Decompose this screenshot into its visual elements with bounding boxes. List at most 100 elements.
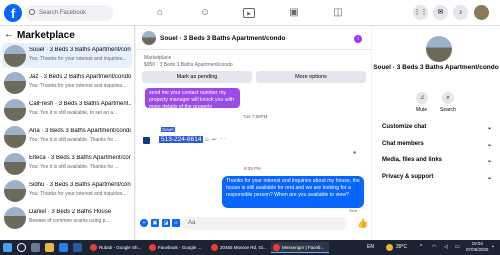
conversation-preview: You: Thanks for your interest and inquir… bbox=[29, 83, 127, 89]
conversation-preview: You: Thanks for your interest and inquir… bbox=[29, 191, 127, 197]
sticker-icon[interactable]: ◪ bbox=[162, 219, 170, 227]
profile-avatar[interactable] bbox=[474, 5, 489, 20]
search-icon[interactable]: ⌕ bbox=[442, 92, 454, 104]
chevron-down-icon: ⌄ bbox=[486, 125, 492, 131]
listing-price[interactable]: $950 · 3 Beds 3 Baths Apartment/condo bbox=[144, 62, 233, 68]
listing-thumbnail bbox=[4, 45, 26, 67]
taskbar-app-facebook[interactable]: Facebook - Google ... bbox=[147, 242, 205, 253]
weather-sun-icon bbox=[386, 244, 393, 251]
video-icon[interactable]: ▶ bbox=[243, 8, 255, 18]
sender-name: Souel bbox=[161, 127, 175, 132]
plus-icon[interactable]: + bbox=[140, 219, 148, 227]
received-message-phone[interactable]: 513-224-8614 bbox=[159, 136, 204, 143]
chat-title[interactable]: Souel · 3 Beds 3 Baths Apartment/condo bbox=[160, 35, 285, 42]
top-navigation-bar: f Search Facebook ⌂ ☺ ▶ ▣ ◫ ⋮⋮ ✉ ♪ bbox=[0, 0, 500, 26]
react-icon[interactable]: ☺ bbox=[204, 137, 210, 143]
sender-avatar bbox=[143, 137, 150, 144]
system-clock[interactable]: 19:04 07/05/2025 bbox=[466, 241, 489, 253]
search-placeholder: Search Facebook bbox=[39, 10, 87, 16]
chat-avatar[interactable] bbox=[142, 31, 156, 45]
search-icon[interactable] bbox=[17, 243, 26, 252]
marketplace-conversation-list: ← Marketplace Souel · 3 Beds 3 Baths Apa… bbox=[0, 26, 135, 240]
chat-header: Souel · 3 Beds 3 Baths Apartment/condo i bbox=[136, 26, 371, 50]
temperature[interactable]: 39°C bbox=[396, 244, 407, 250]
message-input[interactable]: Aa bbox=[182, 217, 347, 230]
menu-grid-icon[interactable]: ⋮⋮ bbox=[413, 5, 428, 20]
conversation-title: Daniel · 3 Beds 2 Baths House bbox=[29, 209, 112, 215]
like-icon[interactable]: 👍 bbox=[357, 218, 368, 229]
store-icon[interactable] bbox=[73, 243, 82, 252]
gif-icon[interactable]: G bbox=[172, 219, 180, 227]
info-icon[interactable]: i bbox=[354, 35, 362, 43]
section-label: Customize chat bbox=[382, 124, 427, 130]
customize-chat-section[interactable]: Customize chat ⌄ bbox=[382, 124, 492, 131]
file-explorer-icon[interactable] bbox=[45, 243, 54, 252]
chat-details-panel: Souel · 3 Beds 3 Baths Apartment/condo ♫… bbox=[372, 26, 500, 240]
message-input-bar: + ▣ ◪ G Aa 👍 bbox=[136, 214, 371, 234]
edge-browser-icon[interactable] bbox=[59, 243, 68, 252]
tray-chevron-up-icon[interactable]: ^ bbox=[420, 244, 422, 250]
back-arrow-icon[interactable]: ← bbox=[4, 29, 14, 40]
search-input[interactable]: Search Facebook bbox=[25, 5, 113, 21]
reply-icon[interactable]: ↩ bbox=[212, 137, 217, 143]
bell-mute-icon[interactable]: ♫ bbox=[416, 92, 428, 104]
listing-thumbnail bbox=[4, 72, 26, 94]
more-options-button[interactable]: More options bbox=[256, 71, 366, 83]
conversation-item[interactable]: Souel · 3 Beds 3 Baths Apartment/condo Y… bbox=[2, 43, 132, 68]
more-icon[interactable]: ⋯ bbox=[220, 137, 226, 143]
mark-as-pending-button[interactable]: Mark as pending bbox=[142, 71, 252, 83]
volume-icon[interactable]: ◁ bbox=[444, 244, 448, 250]
chevron-down-icon: ⌄ bbox=[486, 175, 492, 181]
chrome-icon bbox=[149, 244, 156, 251]
taskbar-app-maps[interactable]: 20465 Monroe Rd, Gi... bbox=[209, 242, 267, 253]
wifi-icon[interactable]: ◠ bbox=[432, 244, 436, 250]
timestamp: 6:05 PM bbox=[244, 166, 261, 171]
timestamp: Tue 7:59PM bbox=[243, 114, 268, 119]
sent-status: Sent bbox=[349, 208, 358, 213]
section-label: Media, files and links bbox=[382, 157, 443, 163]
battery-icon[interactable]: ▭ bbox=[455, 244, 460, 250]
language-indicator[interactable]: EN bbox=[367, 244, 374, 250]
media-files-links-section[interactable]: Media, files and links ⌄ bbox=[382, 157, 492, 164]
taskbar-app-google-sheets[interactable]: Rubab - Google Sh... bbox=[88, 242, 143, 253]
conversation-preview: Beware of common scams using p... bbox=[29, 218, 110, 224]
marketplace-icon[interactable]: ▣ bbox=[287, 6, 301, 20]
notifications-bell-icon[interactable]: ♪ bbox=[453, 5, 468, 20]
gaming-icon[interactable]: ◫ bbox=[331, 6, 345, 20]
listing-thumbnail bbox=[4, 99, 26, 121]
taskbar-app-messenger[interactable]: Messenger | Faceb... bbox=[271, 242, 329, 253]
conversation-item[interactable]: Daniel · 3 Beds 2 Baths House Beware of … bbox=[2, 205, 132, 230]
messenger-icon[interactable]: ✉ bbox=[433, 5, 448, 20]
search-icon bbox=[29, 9, 35, 15]
privacy-support-section[interactable]: Privacy & support ⌄ bbox=[382, 174, 492, 181]
chrome-icon bbox=[90, 244, 97, 251]
marketplace-label: Marketplace bbox=[144, 55, 172, 61]
mute-label: Mute bbox=[416, 107, 428, 113]
conversation-item[interactable]: Jaz · 3 Beds 2 Baths Apartment/condo You… bbox=[2, 70, 132, 95]
chrome-icon bbox=[273, 244, 280, 251]
conversation-item[interactable]: CalFresh · 3 Beds 3 Baths Apartment... Y… bbox=[2, 97, 132, 122]
listing-avatar[interactable] bbox=[426, 36, 452, 62]
sent-message-bubble[interactable]: send me your contact number my property … bbox=[145, 88, 240, 110]
conversation-preview: You: Yes it is still available. Thanks f… bbox=[29, 137, 119, 143]
listing-thumbnail bbox=[4, 207, 26, 229]
details-title: Souel · 3 Beds 3 Baths Apartment/condo bbox=[373, 64, 499, 71]
conversation-item[interactable]: Sidhu · 3 Beds 3 Baths Apartment/condo Y… bbox=[2, 178, 132, 203]
task-view-icon[interactable] bbox=[31, 243, 40, 252]
search-label: Search bbox=[440, 107, 456, 113]
facebook-logo[interactable]: f bbox=[4, 4, 22, 22]
chat-members-section[interactable]: Chat members ⌄ bbox=[382, 141, 492, 148]
app-label: Facebook - Google ... bbox=[158, 245, 202, 250]
conversation-preview: You: Yes it is still available, to set a… bbox=[29, 110, 118, 116]
home-icon[interactable]: ⌂ bbox=[153, 6, 167, 20]
conversation-preview: You: Yes it is still available. Thanks f… bbox=[29, 164, 119, 170]
conversation-item[interactable]: Ana · 3 Beds 3 Baths Apartment/condo You… bbox=[2, 124, 132, 149]
listing-thumbnail bbox=[4, 126, 26, 148]
friends-icon[interactable]: ☺ bbox=[198, 6, 212, 20]
sent-message-bubble[interactable]: Thanks for your interest and inquiries a… bbox=[222, 176, 364, 208]
conversation-item[interactable]: Eltecа · 3 Beds 3 Baths Apartment/condo … bbox=[2, 151, 132, 176]
notifications-icon[interactable]: ▪ bbox=[492, 244, 494, 250]
image-icon[interactable]: ▣ bbox=[151, 219, 159, 227]
windows-start-icon[interactable] bbox=[3, 243, 12, 252]
conversation-title: Ana · 3 Beds 3 Baths Apartment/condo bbox=[29, 128, 131, 134]
